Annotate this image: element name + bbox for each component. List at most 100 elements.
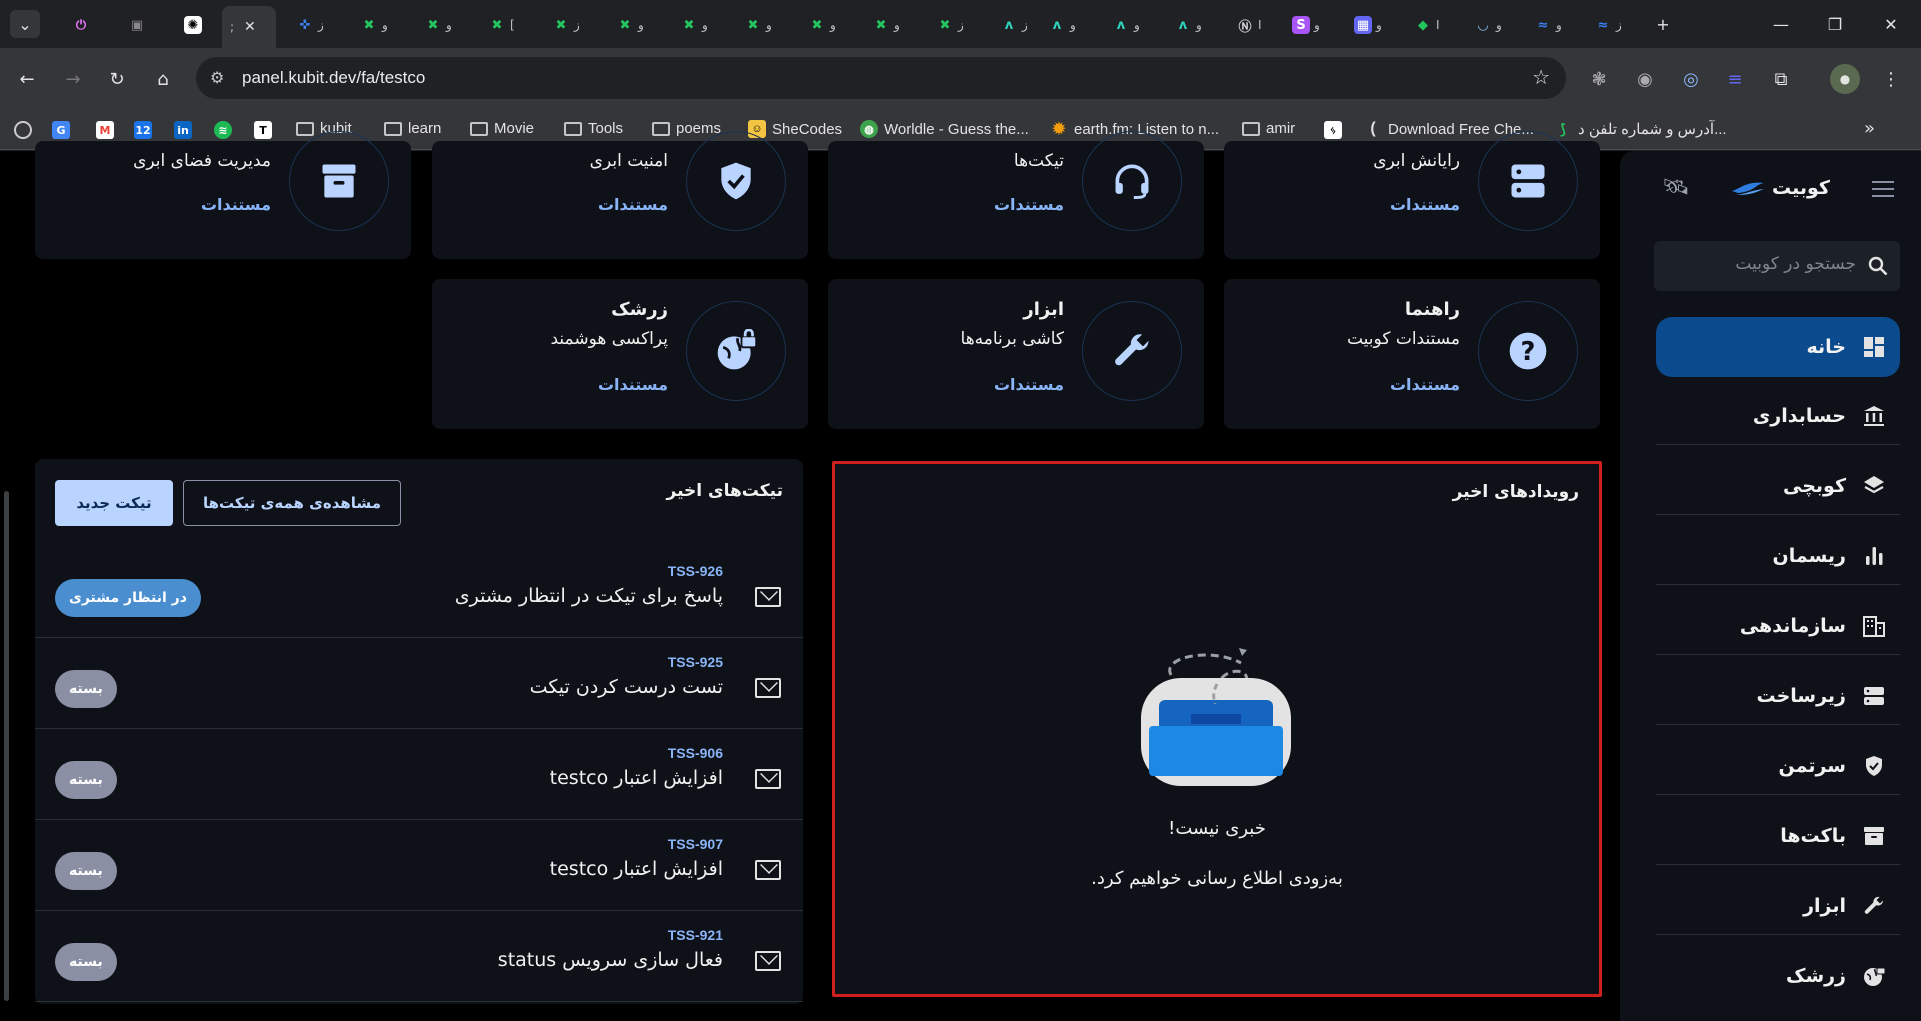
tab-10[interactable]: ✖ و — [608, 10, 644, 40]
home-button[interactable]: ⌂ — [148, 64, 178, 94]
linkedin-icon[interactable]: in — [174, 121, 192, 139]
tab-26[interactable]: ≈ ز — [1586, 10, 1622, 40]
tab-21[interactable]: Sو — [1284, 10, 1320, 40]
close-window-button[interactable]: ✕ — [1876, 10, 1906, 38]
tab-24[interactable]: ◡ و — [1466, 10, 1502, 40]
satellite-icon[interactable]: 🛰 — [1662, 175, 1690, 200]
tab-2[interactable]: ▣ — [120, 10, 146, 40]
sidebar-item-buckets[interactable]: باکت‌ها — [1656, 807, 1900, 865]
tab-18[interactable]: ʌو — [1104, 10, 1140, 40]
bookmark-movie[interactable]: Movie — [470, 120, 534, 137]
service-card-storage[interactable]: مدیریت فضای ابری مستندات — [35, 131, 411, 259]
translate-icon[interactable]: G — [52, 121, 70, 139]
bookmark-learn[interactable]: learn — [384, 120, 441, 137]
docs-link[interactable]: مستندات — [1390, 195, 1460, 214]
back-button[interactable]: ← — [12, 64, 42, 94]
profile-avatar[interactable]: ● — [1830, 64, 1860, 94]
table-row[interactable]: TSS-906 افزایش اعتبار testco بسته — [35, 729, 803, 820]
forward-button[interactable]: → — [58, 64, 88, 94]
tab-15[interactable]: ✖ ز — [928, 10, 964, 40]
tab-12[interactable]: ✖ و — [736, 10, 772, 40]
tab-22[interactable]: ▦ و — [1346, 10, 1382, 40]
site-info-icon[interactable]: ⚙ — [210, 68, 224, 87]
tab-25[interactable]: ≈ و — [1526, 10, 1562, 40]
sidebar-item-kubchi[interactable]: کوبچی — [1656, 457, 1900, 515]
bookmark-logo-icon[interactable]: ᛃ — [1324, 121, 1342, 139]
tab-active[interactable]: ; ✕ — [222, 6, 276, 48]
star-icon[interactable]: ☆ — [1532, 65, 1550, 89]
bookmark-amir[interactable]: amir — [1242, 120, 1295, 137]
docs-link[interactable]: مستندات — [994, 195, 1064, 214]
extensions-button[interactable]: ⧉ — [1766, 64, 1796, 94]
tab-6[interactable]: ✖ و — [352, 10, 388, 40]
bookmark-poems[interactable]: poems — [652, 120, 721, 137]
extension-4-button[interactable]: ≡ — [1720, 64, 1750, 94]
tab-14[interactable]: ✖ و — [864, 10, 900, 40]
extension-1-button[interactable]: ❃ — [1584, 64, 1614, 94]
docs-link[interactable]: مستندات — [994, 375, 1064, 394]
spotify-icon[interactable]: ≋ — [214, 121, 232, 139]
service-card-guide[interactable]: ? راهنما مستندات کوبیت مستندات — [1224, 279, 1600, 429]
sidebar-item-sartaman[interactable]: سرتمن — [1656, 737, 1900, 795]
new-ticket-button[interactable]: تیکت جدید — [55, 480, 173, 526]
service-card-zereshk[interactable]: زرشک پراکسی هوشمند مستندات — [432, 279, 808, 429]
restore-button[interactable]: ❐ — [1820, 10, 1850, 38]
sidebar-item-home[interactable]: خانه — [1656, 317, 1900, 377]
bookmark-shecodes[interactable]: ☺ SheCodes — [748, 120, 842, 138]
menu-button[interactable]: ⋮ — [1876, 64, 1906, 94]
bookmark-icon-1[interactable] — [14, 121, 32, 139]
tab-20[interactable]: Ⓝ I — [1228, 10, 1261, 40]
service-card-compute[interactable]: رایانش ابری مستندات — [1224, 131, 1600, 259]
service-card-security[interactable]: امنیت ابری مستندات — [432, 131, 808, 259]
sidebar-item-zereshk[interactable]: زرشک — [1656, 947, 1900, 1005]
bookmark-address[interactable]: ⟆ آدرس و شماره تلفن د... — [1554, 120, 1726, 139]
docs-link[interactable]: مستندات — [1390, 375, 1460, 394]
gmail-icon[interactable]: M — [96, 121, 114, 139]
docs-link[interactable]: مستندات — [201, 195, 271, 214]
table-row[interactable]: TSS-907 افزایش اعتبار testco بسته — [35, 820, 803, 911]
new-tab-button[interactable]: + — [1648, 10, 1678, 38]
tab-1[interactable]: ⏻ — [64, 10, 90, 40]
brand-logo[interactable]: کوبیت — [1730, 177, 1830, 199]
bookmarks-overflow-icon[interactable]: » — [1864, 118, 1875, 139]
search-input[interactable]: جستجو در کوبیت — [1654, 241, 1900, 291]
sidebar-item-tools[interactable]: ابزار — [1656, 877, 1900, 935]
docs-link[interactable]: مستندات — [598, 375, 668, 394]
tab-8[interactable]: ✖[ — [480, 10, 515, 40]
tab-5[interactable]: ✜ ز — [288, 10, 324, 40]
service-card-tickets[interactable]: تیکت‌ها مستندات — [828, 131, 1204, 259]
tab-13[interactable]: ✖ و — [800, 10, 836, 40]
view-all-tickets-button[interactable]: مشاهده‌ی همه‌ی تیکت‌ها — [183, 480, 401, 526]
service-card-tools[interactable]: ابزار کاشی برنامه‌ها مستندات — [828, 279, 1204, 429]
tab-3[interactable]: ✺ — [176, 10, 202, 40]
extension-2-button[interactable]: ◉ — [1630, 64, 1660, 94]
sidebar-item-organization[interactable]: سازماندهی — [1656, 597, 1900, 655]
panel-scrollbar[interactable] — [4, 491, 9, 1001]
table-row[interactable]: TSS-921 فعال سازی سرویس status بسته — [35, 911, 803, 1002]
tab-search-button[interactable]: ⌄ — [10, 10, 40, 38]
t-logo-icon[interactable]: T — [254, 121, 272, 139]
tab-17[interactable]: ʌو — [1040, 10, 1076, 40]
sidebar-item-monitoring[interactable]: ریسمان — [1656, 527, 1900, 585]
tab-16[interactable]: ʌز — [992, 10, 1028, 40]
bookmark-tools[interactable]: Tools — [564, 120, 623, 137]
reload-button[interactable]: ↻ — [102, 64, 132, 94]
calendar-icon[interactable]: 12 — [134, 121, 152, 139]
tab-11[interactable]: ✖ و — [672, 10, 708, 40]
table-row[interactable]: TSS-925 تست درست کردن تیکت بسته — [35, 638, 803, 729]
docs-link[interactable]: مستندات — [598, 195, 668, 214]
table-row[interactable]: TSS-926 پاسخ برای تیکت در انتظار مشتری د… — [35, 547, 803, 638]
sidebar-item-accounting[interactable]: حسابداری — [1656, 387, 1900, 445]
tab-19[interactable]: ʌو — [1166, 10, 1202, 40]
url-text[interactable]: panel.kubit.dev/fa/testco — [242, 68, 425, 88]
extension-3-button[interactable]: ◎ — [1676, 64, 1706, 94]
tab-7[interactable]: ✖ و — [416, 10, 452, 40]
minimize-button[interactable]: — — [1766, 10, 1796, 38]
tab-23[interactable]: ◆ I — [1406, 10, 1440, 40]
tab-9[interactable]: ✖ ز — [544, 10, 580, 40]
bookmark-worldle[interactable]: ◍ Worldle - Guess the... — [860, 120, 1029, 138]
sidebar-item-infrastructure[interactable]: زیرساخت — [1656, 667, 1900, 725]
hamburger-icon[interactable] — [1872, 181, 1894, 197]
close-icon[interactable]: ✕ — [244, 19, 256, 35]
address-bar[interactable]: ⚙ panel.kubit.dev/fa/testco ☆ — [196, 57, 1566, 99]
